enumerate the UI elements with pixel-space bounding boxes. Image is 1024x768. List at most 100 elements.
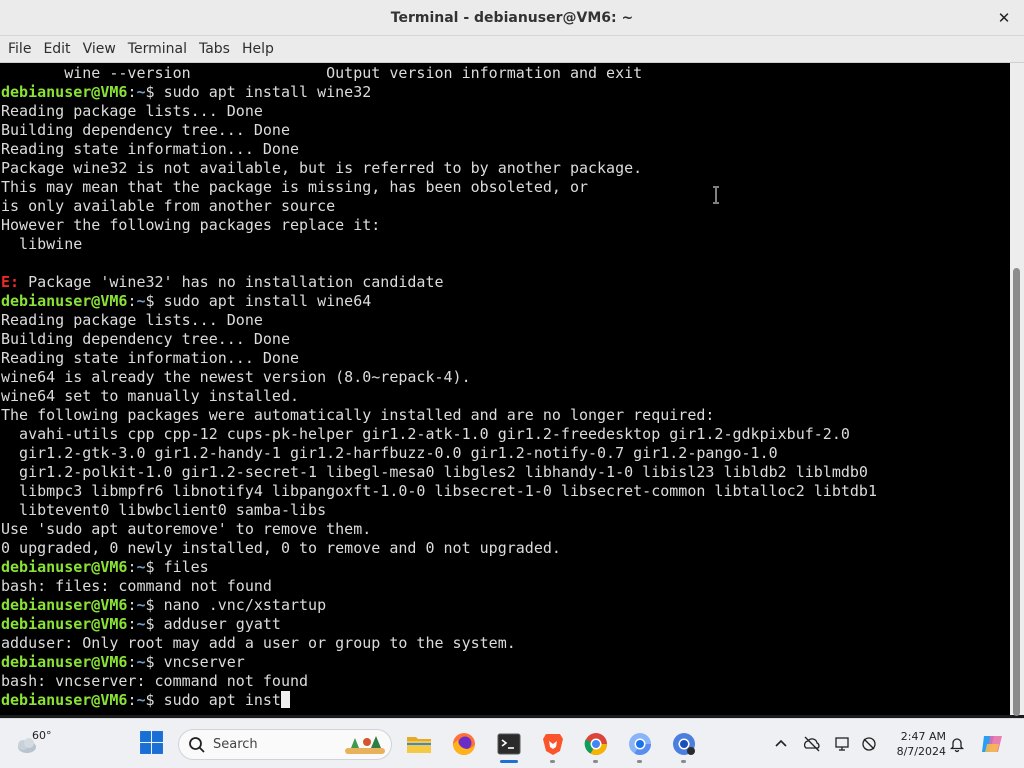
prompt-user-host: debianuser@VM6	[1, 558, 128, 576]
scrollbar-thumb[interactable]	[1013, 268, 1020, 716]
prompt-user-host: debianuser@VM6	[1, 83, 128, 101]
chevron-up-icon[interactable]	[772, 735, 790, 753]
prompt-command: vncserver	[163, 653, 245, 671]
prompt-path: ~	[136, 596, 146, 614]
chromium-icon[interactable]	[626, 730, 654, 758]
chrome-running-indicator	[593, 760, 598, 763]
prompt-command: sudo apt inst	[163, 691, 281, 709]
prompt-symbol: $	[145, 292, 164, 310]
terminal-output-line: This may mean that the package is missin…	[1, 178, 588, 196]
terminal-output-line: 0 upgraded, 0 newly installed, 0 to remo…	[1, 539, 561, 557]
clock-time: 2:47 AM	[900, 730, 946, 743]
terminal-output-line: Reading state information... Done	[1, 140, 300, 158]
windows-start-icon[interactable]	[139, 730, 164, 755]
brave-running-indicator	[550, 760, 555, 763]
prompt-symbol: $	[145, 653, 164, 671]
prompt-command: adduser gyatt	[163, 615, 281, 633]
weather-widget[interactable]: 60°	[14, 727, 58, 761]
terminal-output-line: libwine	[1, 235, 83, 253]
terminal-output-line: Package wine32 is not available, but is …	[1, 159, 643, 177]
network-icon[interactable]	[860, 735, 878, 753]
file-explorer-icon[interactable]	[405, 730, 433, 758]
terminal-output-line: Use 'sudo apt autoremove' to remove them…	[1, 520, 372, 538]
menu-edit[interactable]: Edit	[37, 41, 76, 57]
search-label: Search	[213, 737, 258, 752]
close-icon[interactable]: ✕	[994, 8, 1014, 28]
taskbar-search-box[interactable]: Search	[178, 729, 392, 760]
clock-date: 8/7/2024	[896, 745, 946, 758]
terminal-output-line: gir1.2-gtk-3.0 gir1.2-handy-1 gir1.2-har…	[1, 444, 778, 462]
prompt-symbol: $	[145, 558, 164, 576]
chrome-remote-running-indicator	[681, 760, 686, 763]
window-title: Terminal - debianuser@VM6: ~	[390, 9, 634, 26]
terminal-prompt-line: debianuser@VM6:~$ files	[1, 558, 877, 577]
menu-file[interactable]: File	[2, 41, 37, 57]
prompt-path: ~	[136, 691, 146, 709]
terminal-output[interactable]: wine --version Output version informatio…	[0, 63, 1010, 715]
menu-view[interactable]: View	[77, 41, 122, 57]
prompt-user-host: debianuser@VM6	[1, 596, 128, 614]
terminal-output-line: However the following packages replace i…	[1, 216, 381, 234]
chrome-icon[interactable]	[582, 730, 610, 758]
terminal-error-line: E: Package 'wine32' has no installation …	[1, 273, 877, 292]
prompt-command: nano .vnc/xstartup	[163, 596, 327, 614]
menu-bar: File Edit View Terminal Tabs Help	[0, 36, 1024, 63]
prompt-user-host: debianuser@VM6	[1, 691, 128, 709]
brave-icon[interactable]	[539, 730, 567, 758]
taskbar-clock[interactable]: 2:47 AM 8/7/2024	[884, 729, 946, 759]
terminal-prompt-line: debianuser@VM6:~$ adduser gyatt	[1, 615, 877, 634]
terminal-prompt-line: debianuser@VM6:~$ vncserver	[1, 653, 877, 672]
terminal-output-line: gir1.2-polkit-1.0 gir1.2-secret-1 libegl…	[1, 463, 868, 481]
prompt-path: ~	[136, 292, 146, 310]
prompt-user-host: debianuser@VM6	[1, 292, 128, 310]
terminal-output-line: wine64 set to manually installed.	[1, 387, 300, 405]
display-icon[interactable]	[834, 735, 852, 753]
terminal-active-indicator	[500, 760, 518, 763]
prompt-symbol: $	[145, 691, 164, 709]
terminal-prompt-line: debianuser@VM6:~$ sudo apt install wine6…	[1, 292, 877, 311]
terminal-output-line: is only available from another source	[1, 197, 336, 215]
terminal-output-line: bash: files: command not found	[1, 577, 272, 595]
chromium-running-indicator	[637, 760, 642, 763]
onedrive-offline-icon[interactable]	[803, 735, 821, 753]
terminal-output-line: libmpc3 libmpfr6 libnotify4 libpangoxft-…	[1, 482, 877, 500]
prompt-path: ~	[136, 653, 146, 671]
notification-bell-icon[interactable]	[948, 735, 966, 753]
menu-tabs[interactable]: Tabs	[193, 41, 236, 57]
terminal-output-line: libtevent0 libwbclient0 samba-libs	[1, 501, 327, 519]
firefox-icon[interactable]	[450, 730, 478, 758]
copilot-icon[interactable]	[978, 730, 1006, 758]
terminal-output-line: bash: vncserver: command not found	[1, 672, 309, 690]
prompt-symbol: $	[145, 596, 164, 614]
window-titlebar[interactable]: Terminal - debianuser@VM6: ~ ✕	[0, 0, 1024, 36]
terminal-prompt-line: debianuser@VM6:~$ sudo apt inst	[1, 691, 877, 710]
terminal-output-line: Building dependency tree... Done	[1, 330, 290, 348]
prompt-command: sudo apt install wine64	[163, 292, 372, 310]
prompt-user-host: debianuser@VM6	[1, 653, 128, 671]
prompt-path: ~	[136, 83, 146, 101]
terminal-output-line: Building dependency tree... Done	[1, 121, 290, 139]
terminal-lines: wine --version Output version informatio…	[1, 64, 877, 710]
menu-help[interactable]: Help	[236, 41, 280, 57]
prompt-symbol: $	[145, 615, 164, 633]
terminal-output-line: avahi-utils cpp cpp-12 cups-pk-helper gi…	[1, 425, 850, 443]
prompt-user-host: debianuser@VM6	[1, 615, 128, 633]
menu-terminal[interactable]: Terminal	[122, 41, 193, 57]
terminal-prompt-line: debianuser@VM6:~$ nano .vnc/xstartup	[1, 596, 877, 615]
terminal-output-line: adduser: Only root may add a user or gro…	[1, 634, 516, 652]
error-prefix: E:	[1, 273, 20, 291]
terminal-output-line: Reading package lists... Done	[1, 102, 263, 120]
terminal-output-line: wine64 is already the newest version (8.…	[1, 368, 471, 386]
weather-temperature: 60°	[32, 729, 52, 742]
prompt-path: ~	[136, 615, 146, 633]
error-message: Package 'wine32' has no installation can…	[19, 273, 444, 291]
prompt-command: sudo apt install wine32	[163, 83, 372, 101]
prompt-path: ~	[136, 558, 146, 576]
prompt-command: files	[163, 558, 209, 576]
chrome-remote-icon[interactable]	[670, 730, 698, 758]
terminal-output-line: Reading package lists... Done	[1, 311, 263, 329]
terminal-icon[interactable]	[495, 730, 523, 758]
terminal-prompt-line: debianuser@VM6:~$ sudo apt install wine3…	[1, 83, 877, 102]
search-icon	[189, 737, 205, 753]
